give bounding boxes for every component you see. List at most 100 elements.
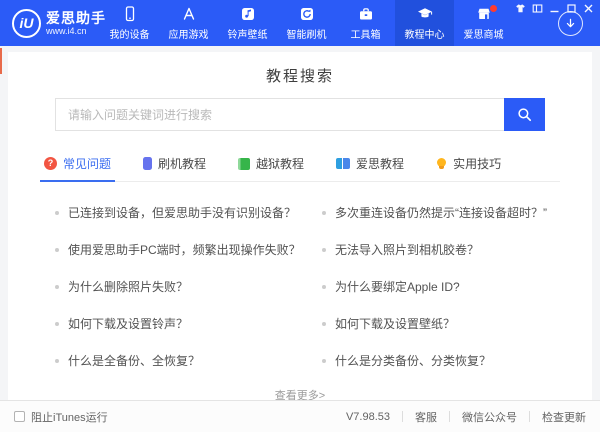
apps-icon — [180, 5, 198, 23]
layout-icon[interactable] — [532, 3, 543, 14]
tab-label: 爱思教程 — [356, 155, 404, 172]
tab-label: 实用技巧 — [453, 155, 501, 172]
tab-label: 刷机教程 — [158, 155, 206, 172]
version-label: V7.98.53 — [346, 411, 390, 423]
close-icon[interactable] — [583, 3, 594, 14]
faq-item[interactable]: 使用爱思助手PC端时，频繁出现操作失败？ — [55, 241, 322, 258]
faq-item[interactable]: 已连接到设备，但爱思助手没有识别设备？ — [55, 204, 322, 221]
faq-text: 为什么要绑定Apple ID? — [335, 278, 460, 295]
faq-text: 如何下载及设置壁纸？ — [335, 315, 455, 332]
search-input[interactable] — [55, 98, 504, 131]
tab-bar: ? 常见问题 刷机教程 越狱教程 爱思教程 实用技巧 — [40, 155, 560, 182]
bullet-icon — [55, 248, 59, 252]
graduation-cap-icon — [416, 5, 434, 23]
logo-text: 爱思助手 www.i4.cn — [46, 11, 106, 36]
tab-common-questions[interactable]: ? 常见问题 — [40, 155, 115, 181]
faq-item[interactable]: 什么是全备份、全恢复？ — [55, 352, 322, 369]
nav-item-ringtones-wallpapers[interactable]: 铃声壁纸 — [218, 0, 277, 46]
faq-item[interactable]: 为什么删除照片失败？ — [55, 278, 322, 295]
download-arrow-button[interactable] — [558, 11, 583, 36]
app-url: www.i4.cn — [46, 26, 106, 36]
open-book-icon — [336, 158, 350, 169]
bullet-icon — [55, 211, 59, 215]
app-header: iU 爱思助手 www.i4.cn 我的设备 应用游戏 铃声壁纸 — [0, 0, 600, 46]
nav-label: 爱思商城 — [464, 26, 504, 41]
main-nav: 我的设备 应用游戏 铃声壁纸 智能刷机 工具箱 — [100, 0, 513, 46]
skin-icon[interactable] — [515, 3, 526, 14]
side-accent — [0, 48, 2, 74]
app-title: 爱思助手 — [46, 11, 106, 26]
nav-item-toolbox[interactable]: 工具箱 — [336, 0, 395, 46]
nav-item-smart-flash[interactable]: 智能刷机 — [277, 0, 336, 46]
bullet-icon — [55, 285, 59, 289]
lightbulb-icon — [436, 158, 447, 169]
faq-item[interactable]: 什么是分类备份、分类恢复？ — [322, 352, 572, 369]
logo-icon: iU — [12, 9, 41, 38]
bullet-icon — [55, 359, 59, 363]
divider — [529, 411, 530, 422]
block-itunes-checkbox[interactable]: 阻止iTunes运行 — [14, 409, 108, 425]
search-button[interactable] — [504, 98, 545, 131]
maximize-icon[interactable] — [566, 3, 577, 14]
faq-item[interactable]: 如何下载及设置壁纸？ — [322, 315, 572, 332]
nav-item-tutorial-center[interactable]: 教程中心 — [395, 0, 454, 46]
faq-item[interactable]: 无法导入照片到相机胶卷？ — [322, 241, 572, 258]
bullet-icon — [322, 211, 326, 215]
footer-links: V7.98.53 客服 微信公众号 检查更新 — [346, 409, 586, 425]
nav-label: 工具箱 — [351, 26, 381, 41]
tab-jailbreak-tutorial[interactable]: 越狱教程 — [234, 155, 308, 181]
faq-text: 如何下载及设置铃声？ — [68, 315, 188, 332]
faq-text: 什么是分类备份、分类恢复？ — [335, 352, 491, 369]
logo-badge-text: iU — [20, 15, 34, 31]
wechat-account-link[interactable]: 微信公众号 — [462, 409, 517, 425]
divider — [402, 411, 403, 422]
divider — [449, 411, 450, 422]
check-update-link[interactable]: 检查更新 — [542, 409, 586, 425]
bullet-icon — [322, 359, 326, 363]
content-panel: 教程搜索 ? 常见问题 刷机教程 越狱教程 爱思教程 实用技巧 已连接到设备，但… — [8, 52, 592, 400]
bullet-icon — [322, 285, 326, 289]
music-note-icon — [239, 5, 257, 23]
question-icon: ? — [44, 157, 57, 170]
nav-label: 应用游戏 — [169, 26, 209, 41]
faq-list: 已连接到设备，但爱思助手没有识别设备？ 多次重连设备仍然提示“连接设备超时？” … — [8, 182, 592, 369]
nav-label: 铃声壁纸 — [228, 26, 268, 41]
phone-icon — [121, 5, 139, 23]
down-arrow-icon — [563, 16, 578, 31]
faq-text: 为什么删除照片失败？ — [68, 278, 188, 295]
faq-text: 已连接到设备，但爱思助手没有识别设备？ — [68, 204, 296, 221]
phone-tab-icon — [143, 157, 152, 170]
refresh-icon — [298, 5, 316, 23]
minimize-icon[interactable] — [549, 3, 560, 14]
bullet-icon — [322, 322, 326, 326]
nav-item-apps-games[interactable]: 应用游戏 — [159, 0, 218, 46]
tab-aisi-tutorial[interactable]: 爱思教程 — [332, 155, 408, 181]
briefcase-icon — [357, 5, 375, 23]
faq-text: 无法导入照片到相机胶卷？ — [335, 241, 479, 258]
faq-text: 使用爱思助手PC端时，频繁出现操作失败？ — [68, 241, 301, 258]
tab-flash-tutorial[interactable]: 刷机教程 — [139, 155, 210, 181]
page-title: 教程搜索 — [8, 52, 592, 86]
window-controls — [515, 3, 594, 14]
customer-service-link[interactable]: 客服 — [415, 409, 437, 425]
jailbreak-book-icon — [238, 158, 250, 170]
faq-text: 什么是全备份、全恢复？ — [68, 352, 200, 369]
tab-label: 越狱教程 — [256, 155, 304, 172]
faq-text: 多次重连设备仍然提示“连接设备超时？” — [335, 204, 547, 221]
bullet-icon — [55, 322, 59, 326]
tab-practical-tips[interactable]: 实用技巧 — [432, 155, 505, 181]
checkbox-icon[interactable] — [14, 411, 25, 422]
tab-label: 常见问题 — [63, 155, 111, 172]
faq-item[interactable]: 多次重连设备仍然提示“连接设备超时？” — [322, 204, 572, 221]
search-bar — [55, 98, 545, 131]
notification-dot — [490, 5, 497, 12]
faq-item[interactable]: 为什么要绑定Apple ID? — [322, 278, 572, 295]
status-bar: 阻止iTunes运行 V7.98.53 客服 微信公众号 检查更新 — [0, 400, 600, 432]
nav-label: 智能刷机 — [287, 26, 327, 41]
nav-item-my-devices[interactable]: 我的设备 — [100, 0, 159, 46]
nav-label: 我的设备 — [110, 26, 150, 41]
faq-item[interactable]: 如何下载及设置铃声？ — [55, 315, 322, 332]
app-logo[interactable]: iU 爱思助手 www.i4.cn — [0, 9, 100, 38]
nav-item-store[interactable]: 爱思商城 — [454, 0, 513, 46]
search-icon — [516, 106, 533, 123]
